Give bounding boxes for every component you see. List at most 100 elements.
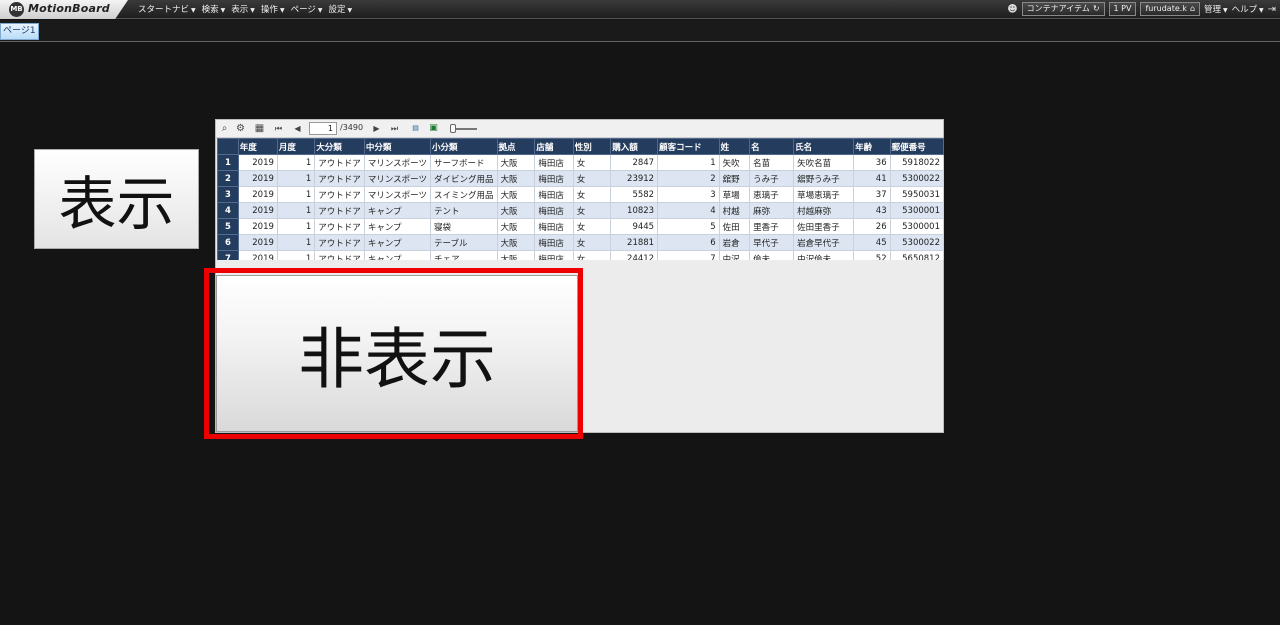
table-cell: 大阪 xyxy=(496,218,536,235)
menu-operation[interactable]: 操作 ▼ xyxy=(261,3,285,15)
page-number-input[interactable]: 1 xyxy=(309,122,337,135)
app-logo[interactable]: MB MotionBoard xyxy=(0,0,128,19)
prev-page-icon[interactable]: ◀ xyxy=(291,122,304,135)
menu-settings[interactable]: 設定 ▼ xyxy=(329,3,353,15)
table-cell: 52 xyxy=(853,250,891,260)
row-number: 5 xyxy=(217,218,239,235)
menu-help[interactable]: ヘルプ ▼ xyxy=(1232,3,1264,15)
right-toolbar: ☻ コンテナアイテム ↻ 1 PV furudate.k ⌂ 管理 ▼ ヘルプ … xyxy=(1007,2,1276,16)
menu-view[interactable]: 表示 ▼ xyxy=(231,3,255,15)
table-cell: 6 xyxy=(657,234,720,251)
table-cell: 草場恵璃子 xyxy=(793,186,855,203)
table-cell: 梅田店 xyxy=(534,154,574,171)
container-item-button[interactable]: コンテナアイテム ↻ xyxy=(1021,2,1105,16)
pv-button[interactable]: 1 PV xyxy=(1108,2,1137,16)
table-cell: 1 xyxy=(657,154,720,171)
column-header[interactable]: 月度 xyxy=(276,138,316,155)
users-icon[interactable]: ☻ xyxy=(1007,4,1017,15)
logout-icon[interactable]: ⇥ xyxy=(1268,4,1276,15)
table-cell: 5300001 xyxy=(889,202,944,219)
table-cell: 舘野うみ子 xyxy=(793,170,855,187)
table-cell: 女 xyxy=(572,170,612,187)
table-cell: 中沢 xyxy=(718,250,751,260)
data-grid[interactable]: 年度 月度 大分類 中分類 小分類 拠点 店舗 性別 購入額 顧客コード 姓 名… xyxy=(217,138,944,260)
table-cell: 梅田店 xyxy=(534,234,574,251)
refresh-icon: ↻ xyxy=(1092,4,1100,13)
column-header[interactable]: 顧客コード xyxy=(657,138,720,155)
menu-page[interactable]: ページ ▼ xyxy=(291,3,323,15)
column-header[interactable]: 年度 xyxy=(237,138,278,155)
table-cell: 1 xyxy=(276,186,316,203)
table-row[interactable]: 1 2019 1 アウトドア マリンスポーツ サーフボード 大阪 梅田店女 2847 1 矢吹 名苗矢… xyxy=(217,154,944,171)
table-cell: 5582 xyxy=(610,186,659,203)
first-page-icon[interactable]: ⏮ xyxy=(272,122,285,135)
table-cell: 5918022 xyxy=(889,154,944,171)
table-cell: ダイビング用品 xyxy=(429,170,498,187)
search-icon[interactable]: ⌕ xyxy=(218,122,231,135)
table-cell: 梅田店 xyxy=(534,170,574,187)
table-cell: マリンスポーツ xyxy=(363,154,431,171)
column-header[interactable]: 購入額 xyxy=(610,138,659,155)
column-header[interactable]: 店舗 xyxy=(534,138,574,155)
menu-admin[interactable]: 管理 ▼ xyxy=(1204,3,1228,15)
table-cell: 2019 xyxy=(237,186,278,203)
table-cell: アウトドア xyxy=(314,250,365,260)
csv-icon[interactable]: ▤ xyxy=(409,122,422,135)
table-header-row: 年度 月度 大分類 中分類 小分類 拠点 店舗 性別 購入額 顧客コード 姓 名… xyxy=(217,138,944,155)
table-cell: 3 xyxy=(657,186,720,203)
table-cell: 1 xyxy=(276,170,316,187)
gear-icon[interactable]: ⚙ xyxy=(234,122,247,135)
row-number: 1 xyxy=(217,154,239,171)
table-cell: 2019 xyxy=(237,250,278,260)
top-menu-bar: MB MotionBoard スタートナビ ▼ 検索 ▼ 表示 ▼ 操作 ▼ ページ ▼ … xyxy=(0,0,1280,19)
column-header[interactable]: 大分類 xyxy=(314,138,365,155)
table-cell: 女 xyxy=(572,202,612,219)
table-cell: 1 xyxy=(276,154,316,171)
table-cell: 5 xyxy=(657,218,720,235)
table-cell: 大阪 xyxy=(496,250,536,260)
column-header[interactable]: 性別 xyxy=(572,138,612,155)
table-row[interactable]: 7 2019 1 アウトドア キャンプ チェア 大阪 梅田店女 24412 7 中沢 倫未 中沢倫未 52… xyxy=(217,250,944,260)
table-cell: 2019 xyxy=(237,234,278,251)
tab-page1[interactable]: ページ1 xyxy=(0,23,39,40)
column-header[interactable]: 郵便番号 xyxy=(889,138,944,155)
table-row[interactable]: 3 2019 1 アウトドア マリンスポーツ スイミング用品 大阪 梅田店女 5582 3 草場 恵璃… xyxy=(217,186,944,203)
next-page-icon[interactable]: ▶ xyxy=(370,122,383,135)
zoom-slider-handle[interactable] xyxy=(450,124,456,133)
show-button[interactable]: 表示 xyxy=(34,149,199,249)
table-cell: 岩倉早代子 xyxy=(793,234,855,251)
table-row[interactable]: 6 2019 1 アウトドア キャンプ テーブル 大阪 梅田店女 21881 6 岩倉 早代子 岩倉早代… xyxy=(217,234,944,251)
column-header[interactable]: 年齢 xyxy=(853,138,891,155)
table-cell: 女 xyxy=(572,186,612,203)
column-header[interactable]: 姓 xyxy=(718,138,751,155)
table-cell: 麻弥 xyxy=(749,202,795,219)
table-cell: 10823 xyxy=(610,202,659,219)
table-cell: 5300022 xyxy=(889,170,944,187)
column-header[interactable]: 氏名 xyxy=(793,138,855,155)
grid-icon[interactable]: ▦ xyxy=(253,122,266,135)
table-cell: 梅田店 xyxy=(534,250,574,260)
menu-search[interactable]: 検索 ▼ xyxy=(202,3,226,15)
hide-button[interactable]: 非表示 xyxy=(216,275,578,432)
table-row[interactable]: 5 2019 1 アウトドア キャンプ 寝袋 大阪 梅田店女 9445 5 佐田 里香子 佐田里香子 26… xyxy=(217,218,944,235)
column-header[interactable]: 小分類 xyxy=(429,138,498,155)
row-number: 2 xyxy=(217,170,239,187)
column-header[interactable]: 中分類 xyxy=(363,138,431,155)
last-page-icon[interactable]: ⏭ xyxy=(388,122,401,135)
column-header[interactable]: 名 xyxy=(749,138,795,155)
column-header[interactable]: 拠点 xyxy=(496,138,536,155)
row-number: 3 xyxy=(217,186,239,203)
table-toolbar: ⌕ ⚙ ▦ ⏮ ◀ 1 /3490 ▶ ⏭ ▤ ▣ xyxy=(216,120,943,138)
user-button[interactable]: furudate.k ⌂ xyxy=(1140,2,1201,16)
data-table: 年度 月度 大分類 中分類 小分類 拠点 店舗 性別 購入額 顧客コード 姓 名… xyxy=(217,138,944,260)
table-row[interactable]: 4 2019 1 アウトドア キャンプ テント 大阪 梅田店女 10823 4 村越 麻弥 村越麻弥 43… xyxy=(217,202,944,219)
menu-start-navi[interactable]: スタートナビ ▼ xyxy=(138,3,196,15)
row-number-header xyxy=(217,138,239,155)
table-cell: 大阪 xyxy=(496,202,536,219)
table-row[interactable]: 2 2019 1 アウトドア マリンスポーツ ダイビング用品 大阪 梅田店女 23912 2 舘野う… xyxy=(217,170,944,187)
table-cell: 村越麻弥 xyxy=(793,202,855,219)
excel-icon[interactable]: ▣ xyxy=(427,122,440,135)
row-number: 7 xyxy=(217,250,239,260)
table-cell: 梅田店 xyxy=(534,186,574,203)
table-cell: 2847 xyxy=(610,154,659,171)
